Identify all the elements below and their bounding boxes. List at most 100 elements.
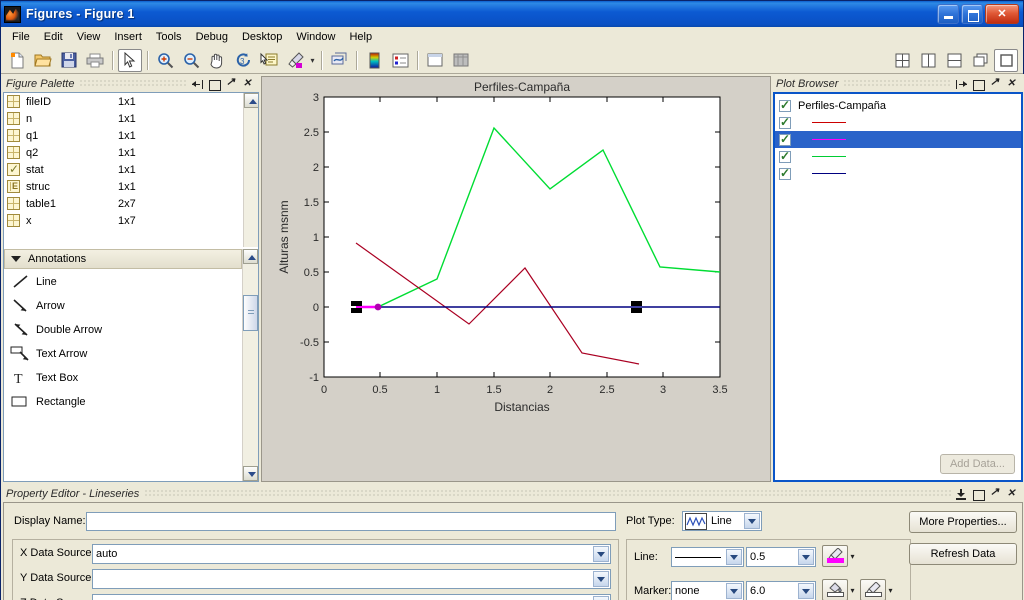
rotate-3d-icon[interactable]: 3 xyxy=(231,49,255,72)
variables-scrollbar[interactable] xyxy=(243,93,258,247)
line-color-button[interactable] xyxy=(822,545,848,567)
chevron-down-icon[interactable] xyxy=(726,583,742,599)
zoom-out-icon[interactable] xyxy=(179,49,203,72)
undock-panel-icon[interactable] xyxy=(990,487,1001,500)
menu-file[interactable]: File xyxy=(5,29,37,45)
undock-panel-icon[interactable] xyxy=(226,77,237,90)
chevron-down-icon[interactable] xyxy=(593,571,609,587)
variable-row[interactable]: x 1x7 xyxy=(4,212,258,229)
hide-plot-tools-icon[interactable] xyxy=(423,49,447,72)
menu-window[interactable]: Window xyxy=(289,29,342,45)
marker-edge-color-button[interactable] xyxy=(860,579,886,600)
layout-split-horizontal-icon[interactable] xyxy=(942,49,966,72)
plot-browser-series-row[interactable] xyxy=(775,114,1021,131)
visibility-checkbox[interactable] xyxy=(779,98,791,112)
menu-desktop[interactable]: Desktop xyxy=(235,29,289,45)
visibility-checkbox[interactable] xyxy=(779,166,791,180)
brush-data-icon[interactable] xyxy=(283,49,307,72)
scroll-up-icon[interactable] xyxy=(243,249,258,264)
close-panel-icon[interactable] xyxy=(243,78,254,90)
restore-button[interactable] xyxy=(961,4,983,24)
drag-dots[interactable] xyxy=(144,490,951,498)
close-panel-icon[interactable] xyxy=(1007,78,1018,90)
dock-right-icon[interactable] xyxy=(956,79,967,90)
annotation-line[interactable]: Line xyxy=(4,270,242,294)
annotation-double-arrow[interactable]: Double Arrow xyxy=(4,318,242,342)
dock-down-icon[interactable] xyxy=(956,488,967,500)
magenta-endpoint-marker[interactable] xyxy=(374,303,382,311)
menu-edit[interactable]: Edit xyxy=(37,29,70,45)
menu-tools[interactable]: Tools xyxy=(149,29,189,45)
variable-row[interactable]: struc 1x1 xyxy=(4,178,258,195)
marker-size-select[interactable]: 6.0 xyxy=(746,581,816,600)
z-data-source-select[interactable] xyxy=(92,594,611,600)
annotation-rectangle[interactable]: Rectangle xyxy=(4,390,242,414)
undock-panel-icon[interactable] xyxy=(990,77,1001,90)
annotation-text-arrow[interactable]: Text Arrow xyxy=(4,342,242,366)
menu-view[interactable]: View xyxy=(70,29,108,45)
variable-row[interactable]: q1 1x1 xyxy=(4,127,258,144)
legend-icon[interactable] xyxy=(388,49,412,72)
brush-dropdown-caret-icon[interactable]: ▾ xyxy=(308,56,317,65)
visibility-checkbox[interactable] xyxy=(779,132,791,146)
layout-cascade-icon[interactable] xyxy=(968,49,992,72)
marker-edge-caret-icon[interactable]: ▾ xyxy=(886,586,895,595)
annotation-text-box[interactable]: T Text Box xyxy=(4,366,242,390)
variable-row[interactable]: q2 1x1 xyxy=(4,144,258,161)
annotations-scrollbar[interactable] xyxy=(242,249,258,481)
new-figure-icon[interactable] xyxy=(5,49,29,72)
plot-svg[interactable]: Perfiles-Campaña 3 2.5 2 1.5 1 0.5 0 -0.… xyxy=(262,77,770,481)
variable-row[interactable]: table1 2x7 xyxy=(4,195,258,212)
marker-face-caret-icon[interactable]: ▾ xyxy=(848,586,857,595)
close-button[interactable]: ✕ xyxy=(985,4,1019,24)
annotations-section-header[interactable]: Annotations xyxy=(4,249,242,269)
variable-row[interactable]: n 1x1 xyxy=(4,110,258,127)
data-cursor-icon[interactable] xyxy=(257,49,281,72)
layout-single-icon[interactable] xyxy=(994,48,1018,72)
plot-browser-series-row-selected[interactable] xyxy=(775,131,1021,148)
open-file-icon[interactable] xyxy=(31,49,55,72)
print-figure-icon[interactable] xyxy=(83,49,107,72)
annotation-arrow[interactable]: Arrow xyxy=(4,294,242,318)
edit-plot-arrow-icon[interactable] xyxy=(118,48,142,72)
menu-insert[interactable]: Insert xyxy=(107,29,149,45)
chevron-down-icon[interactable] xyxy=(744,513,760,529)
refresh-data-button[interactable]: Refresh Data xyxy=(909,543,1017,565)
plot-browser-series-row[interactable] xyxy=(775,165,1021,182)
more-properties-button[interactable]: More Properties... xyxy=(909,511,1017,533)
chevron-down-icon[interactable] xyxy=(798,583,814,599)
dock-left-icon[interactable] xyxy=(192,79,203,90)
maximize-panel-icon[interactable] xyxy=(209,79,221,91)
drag-dots[interactable] xyxy=(843,80,951,88)
menu-help[interactable]: Help xyxy=(342,29,379,45)
show-plot-tools-icon[interactable] xyxy=(449,49,473,72)
line-style-select[interactable] xyxy=(671,547,744,567)
maximize-panel-icon[interactable] xyxy=(973,489,985,501)
variable-row[interactable]: stat 1x1 xyxy=(4,161,258,178)
scrollbar-thumb[interactable] xyxy=(243,295,258,331)
y-data-source-select[interactable] xyxy=(92,569,611,589)
marker-face-color-button[interactable] xyxy=(822,579,848,600)
chevron-down-icon[interactable] xyxy=(798,549,814,565)
line-color-caret-icon[interactable]: ▾ xyxy=(848,552,857,561)
colorbar-icon[interactable] xyxy=(362,49,386,72)
plot-browser-root-row[interactable]: Perfiles-Campaña xyxy=(775,97,1021,114)
minimize-button[interactable] xyxy=(937,4,959,24)
chevron-down-icon[interactable] xyxy=(593,546,609,562)
chevron-down-icon[interactable] xyxy=(726,549,742,565)
menu-debug[interactable]: Debug xyxy=(189,29,235,45)
close-panel-icon[interactable] xyxy=(1007,488,1018,500)
zoom-in-icon[interactable] xyxy=(153,49,177,72)
scroll-down-icon[interactable] xyxy=(243,466,258,481)
visibility-checkbox[interactable] xyxy=(779,115,791,129)
variable-row[interactable]: fileID 1x1 xyxy=(4,93,258,110)
scroll-up-icon[interactable] xyxy=(244,93,258,108)
add-data-button[interactable]: Add Data... xyxy=(939,454,1015,474)
plot-type-select[interactable]: Line xyxy=(682,511,762,531)
link-plot-icon[interactable] xyxy=(327,49,351,72)
visibility-checkbox[interactable] xyxy=(779,149,791,163)
maximize-panel-icon[interactable] xyxy=(973,79,985,91)
drag-dots[interactable] xyxy=(79,80,187,88)
x-data-source-select[interactable]: auto xyxy=(92,544,611,564)
plot-browser-series-row[interactable] xyxy=(775,148,1021,165)
